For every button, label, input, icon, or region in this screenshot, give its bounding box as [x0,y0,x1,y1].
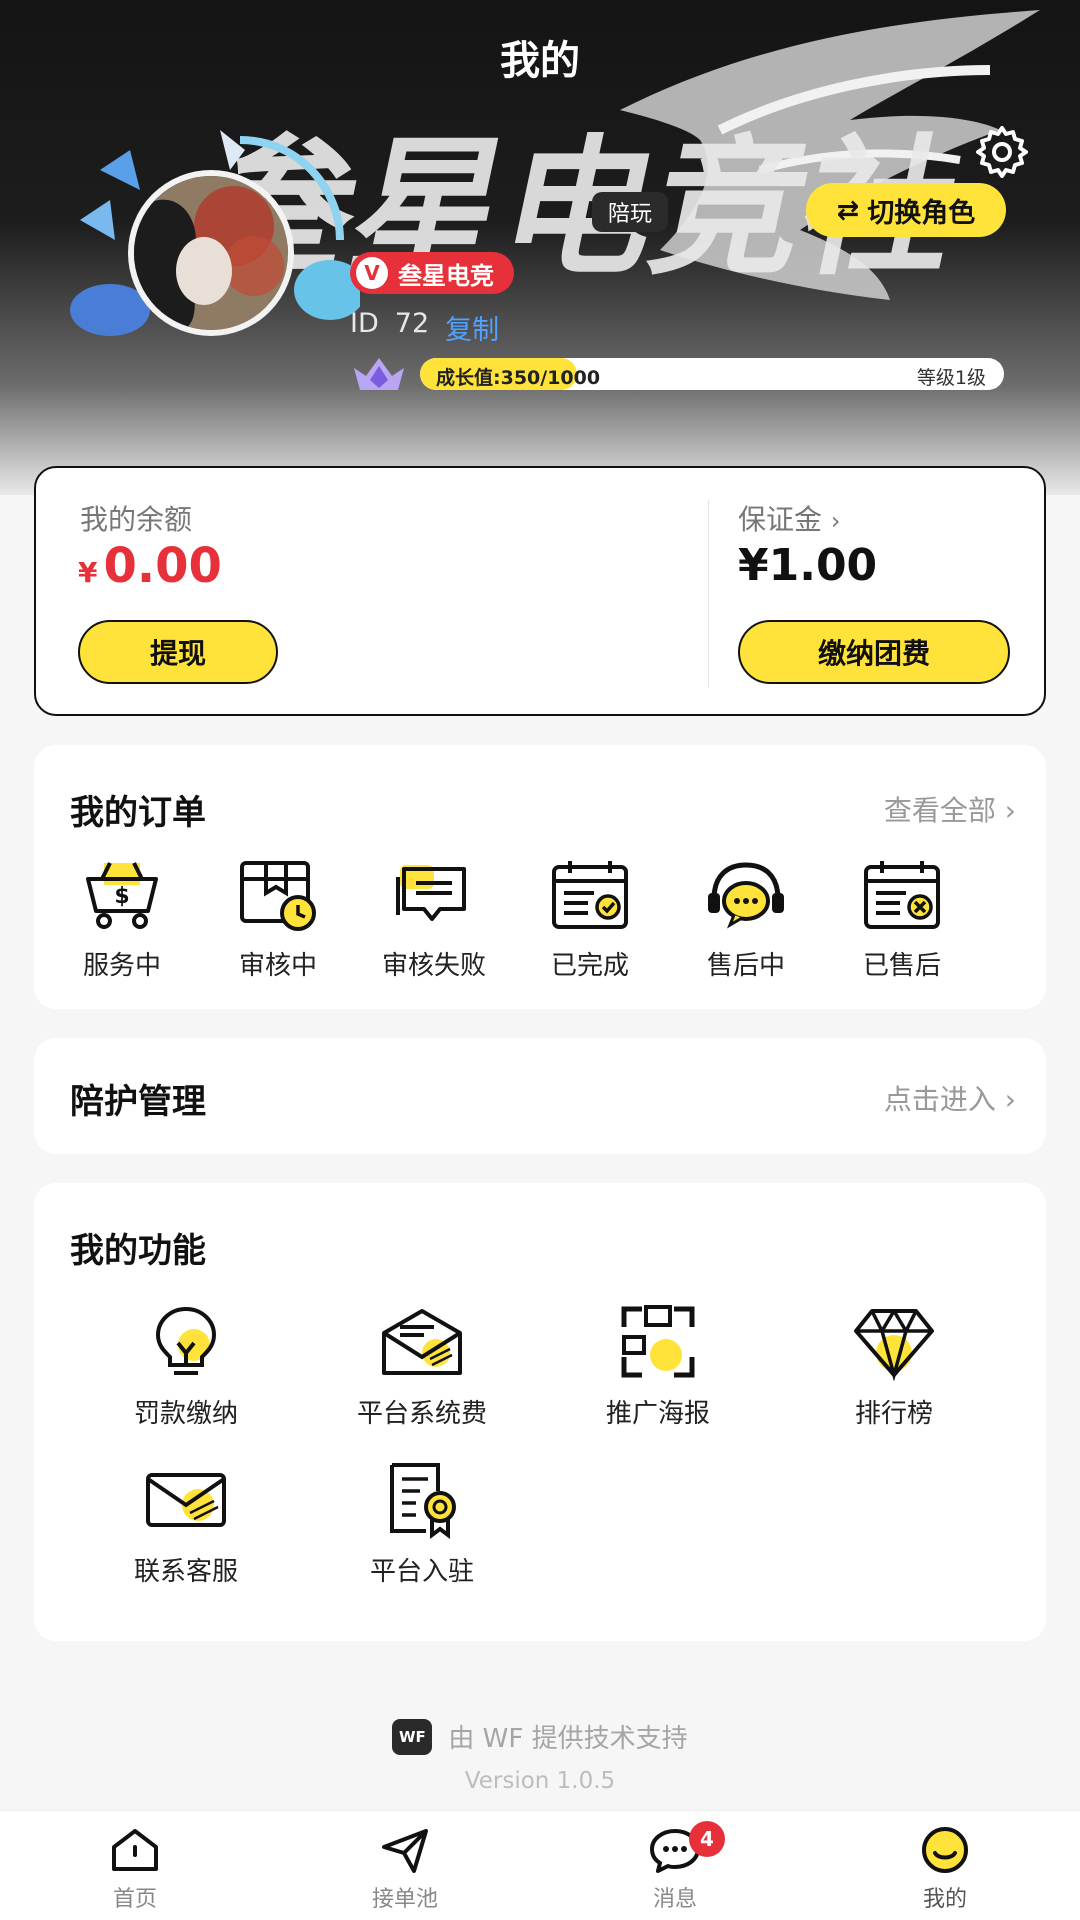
order-status-in-service[interactable]: $ 服务中 [44,857,200,982]
tab-label: 消息 [652,1887,697,1912]
basket-dollar-icon: $ [86,862,158,929]
level-crown-icon [354,358,404,390]
balance-card: 我的余额 ¥ 0.00 提现 保证金 › ¥1.00 缴纳团费 [34,466,1046,716]
unread-badge: 4 [689,1821,725,1857]
role-tag: 陪玩 [592,192,669,232]
order-status-reviewing[interactable]: 审核中 [200,857,356,982]
deposit-amount: ¥1.00 [738,540,878,591]
deposit-label: 保证金 [738,503,823,536]
powered-by-text: 由 WF 提供技术支持 [448,1724,688,1754]
profile-header: 叁星电竞社 我的 ⇄ 切换角色 陪玩 V 叁星电竞 ID 72 复制 成长值:3… [0,0,1080,495]
envelope-icon [146,1473,226,1527]
feature-platform-join[interactable]: 平台入驻 [322,1461,522,1588]
swap-arrows-icon: ⇄ [836,194,860,226]
avatar-image [134,176,288,330]
id-value: 72 [394,308,430,339]
feature-contact-support[interactable]: 联系客服 [86,1461,286,1588]
pay-team-fee-button[interactable]: 缴纳团费 [738,620,1010,684]
growth-text: 成长值:350/1000 [436,367,601,389]
view-all-orders-link[interactable]: 查看全部 › [884,789,1016,829]
order-status-label: 已完成 [550,951,629,981]
frame-icon [621,1305,695,1378]
feature-promo-poster[interactable]: 推广海报 [558,1303,758,1430]
order-status-after-sale[interactable]: 售后中 [668,857,824,982]
vip-v-icon: V [356,257,388,289]
balance-label: 我的余额 [80,503,193,536]
balance-currency: ¥ [78,556,98,589]
settings-gear-icon[interactable] [972,122,1032,182]
deposit-link[interactable]: 保证金 › [738,498,841,538]
tab-home[interactable]: 首页 [65,1825,205,1913]
order-status-label: 审核失败 [381,951,486,981]
tab-label: 首页 [112,1887,157,1912]
feature-fine-payment[interactable]: 罚款缴纳 [86,1303,286,1430]
my-features-card: 我的功能 罚款缴纳 平台系统费 推广海报 排行榜 联系客服 平台入驻 [34,1183,1046,1641]
order-status-label: 服务中 [82,951,161,981]
escort-management-card[interactable]: 陪护管理 点击进入 › [34,1038,1046,1154]
copy-id-link[interactable]: 复制 [445,308,499,347]
order-status-review-failed[interactable]: 审核失败 [356,857,512,982]
headset-chat-icon [708,862,784,929]
svg-text:$: $ [114,884,129,909]
box-clock-icon [240,861,316,931]
calendar-x-icon [864,861,940,929]
tab-label: 我的 [922,1887,967,1912]
message-stack-icon [396,865,466,921]
home-icon [112,1829,158,1871]
chevron-right-icon: › [830,507,841,535]
orders-title: 我的订单 [70,793,206,833]
avatar[interactable] [128,170,294,336]
feature-label: 联系客服 [133,1557,238,1587]
tab-messages[interactable]: 4 消息 [605,1821,745,1913]
escort-title: 陪护管理 [70,1082,206,1122]
feature-leaderboard[interactable]: 排行榜 [794,1303,994,1430]
powered-by: WF 由 WF 提供技术支持 [0,1718,1080,1755]
envelope-open-icon [382,1309,462,1375]
diamond-icon [854,1309,934,1381]
switch-role-button[interactable]: ⇄ 切换角色 [806,183,1006,237]
page-title: 我的 [500,38,580,84]
app-version: Version 1.0.5 [464,1768,616,1794]
wf-logo: WF [392,1718,433,1755]
escort-enter-link[interactable]: 点击进入 › [884,1078,1016,1118]
balance-divider [708,500,709,688]
growth-progress-bar: 成长值:350/1000 等级1级 [420,358,1004,390]
order-status-after-sale-done[interactable]: 已售后 [824,857,980,982]
lightbulb-icon [155,1306,217,1375]
feature-label: 平台入驻 [369,1557,474,1587]
feature-label: 排行榜 [854,1399,933,1429]
send-icon [382,1829,428,1873]
id-label: ID [350,308,379,339]
tab-mine[interactable]: 我的 [875,1825,1015,1913]
tab-order-pool[interactable]: 接单池 [335,1825,475,1913]
switch-role-label: 切换角色 [867,197,976,229]
order-status-completed[interactable]: 已完成 [512,857,668,982]
club-name: 叁星电竞 [398,261,494,290]
user-id-row: ID 72 复制 [350,308,499,347]
tab-label: 接单池 [371,1887,438,1912]
order-status-label: 售后中 [706,951,785,981]
my-orders-card: 我的订单 查看全部 › $ 服务中 审核中 审核失败 已完成 售后中 已售后 [34,745,1046,1009]
feature-label: 推广海报 [605,1399,710,1429]
balance-amount: ¥ 0.00 [78,538,222,594]
feature-label: 平台系统费 [356,1399,487,1429]
feature-label: 罚款缴纳 [133,1399,238,1429]
order-status-label: 已售后 [862,951,941,981]
withdraw-button[interactable]: 提现 [78,620,278,684]
club-badge: V 叁星电竞 [350,252,514,294]
calendar-check-icon [552,861,628,929]
smile-icon [922,1827,968,1873]
certificate-icon [390,1463,456,1539]
order-status-label: 审核中 [238,951,317,981]
features-title: 我的功能 [70,1231,206,1271]
level-text: 等级1级 [916,367,986,389]
balance-value: 0.00 [103,538,222,594]
bottom-tab-bar: 首页 接单池 4 消息 我的 [0,1810,1080,1920]
feature-platform-fee[interactable]: 平台系统费 [322,1303,522,1430]
